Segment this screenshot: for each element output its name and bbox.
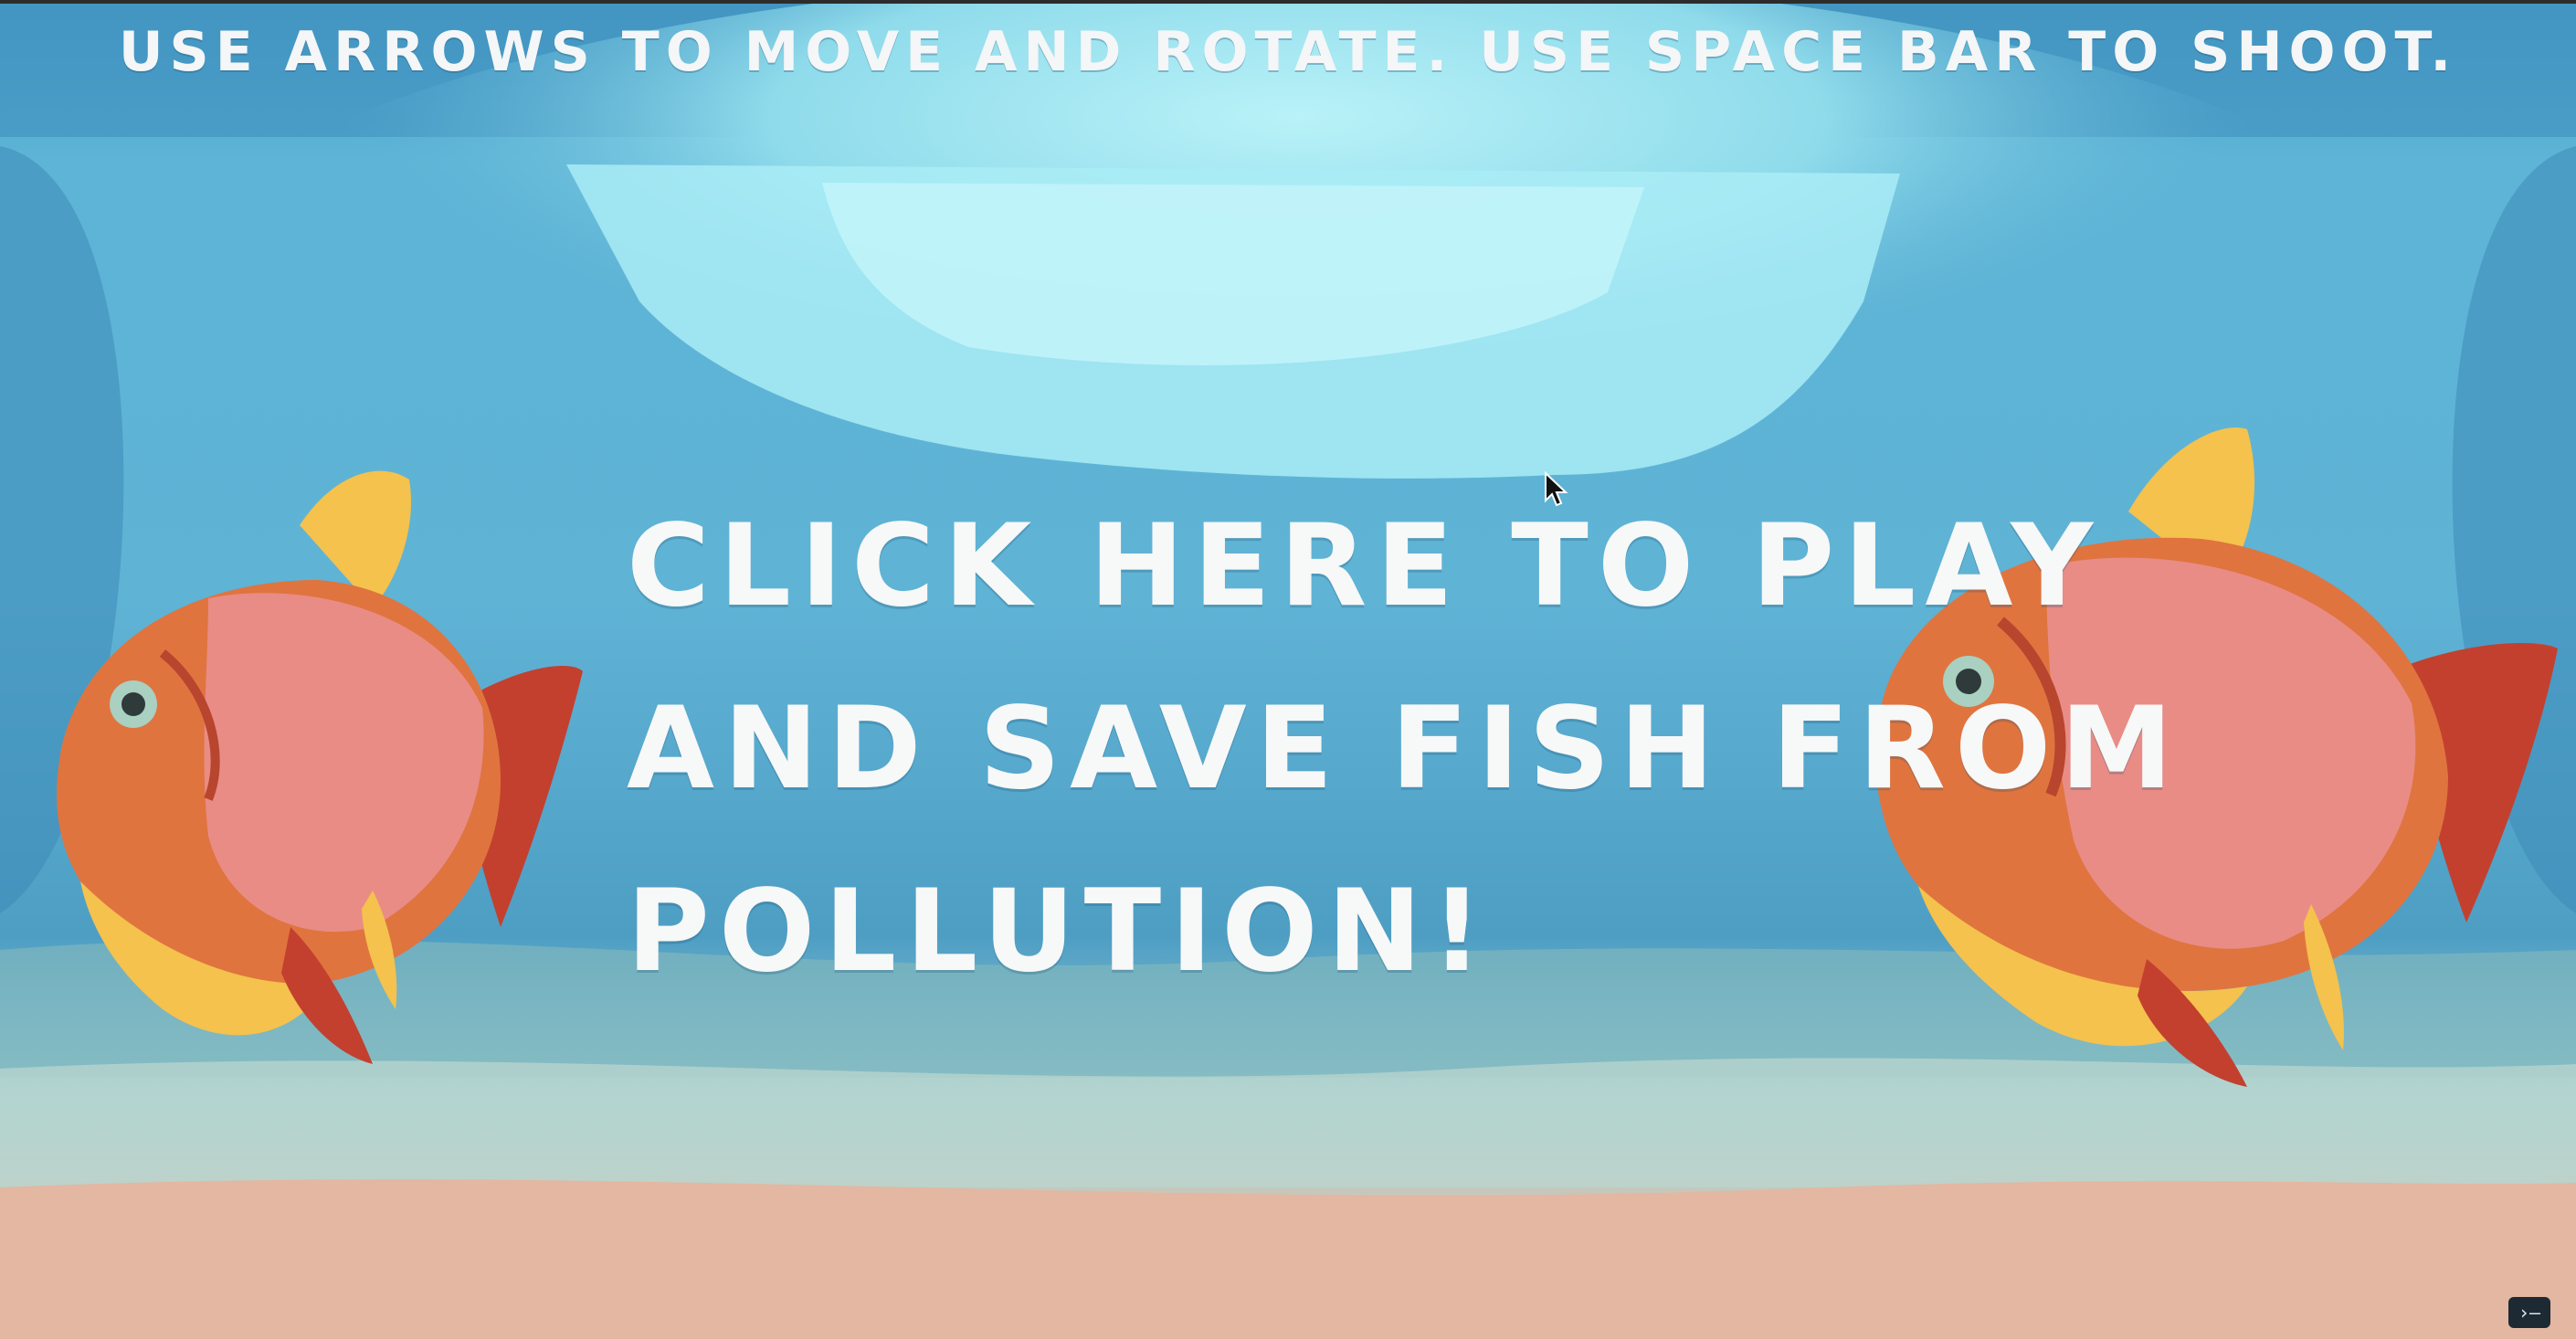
play-line-1[interactable]: CLICK HERE TO PLAY [627, 475, 2093, 658]
play-button[interactable]: CLICK HERE TO PLAY AND SAVE FISH FROM PO… [627, 475, 2173, 1023]
play-line-3[interactable]: POLLUTION! [627, 840, 2052, 1023]
play-line-2[interactable]: AND SAVE FISH FROM [627, 658, 2173, 840]
controls-instructions: USE ARROWS TO MOVE AND ROTATE. USE SPACE… [118, 20, 2458, 84]
mouse-pointer-icon [1545, 471, 1568, 507]
left-goldfish-icon [57, 470, 583, 1064]
terminal-toggle-button[interactable]: ›— [2508, 1297, 2550, 1328]
game-stage: USE ARROWS TO MOVE AND ROTATE. USE SPACE… [0, 0, 2576, 1339]
terminal-icon: ›— [2518, 1302, 2541, 1323]
